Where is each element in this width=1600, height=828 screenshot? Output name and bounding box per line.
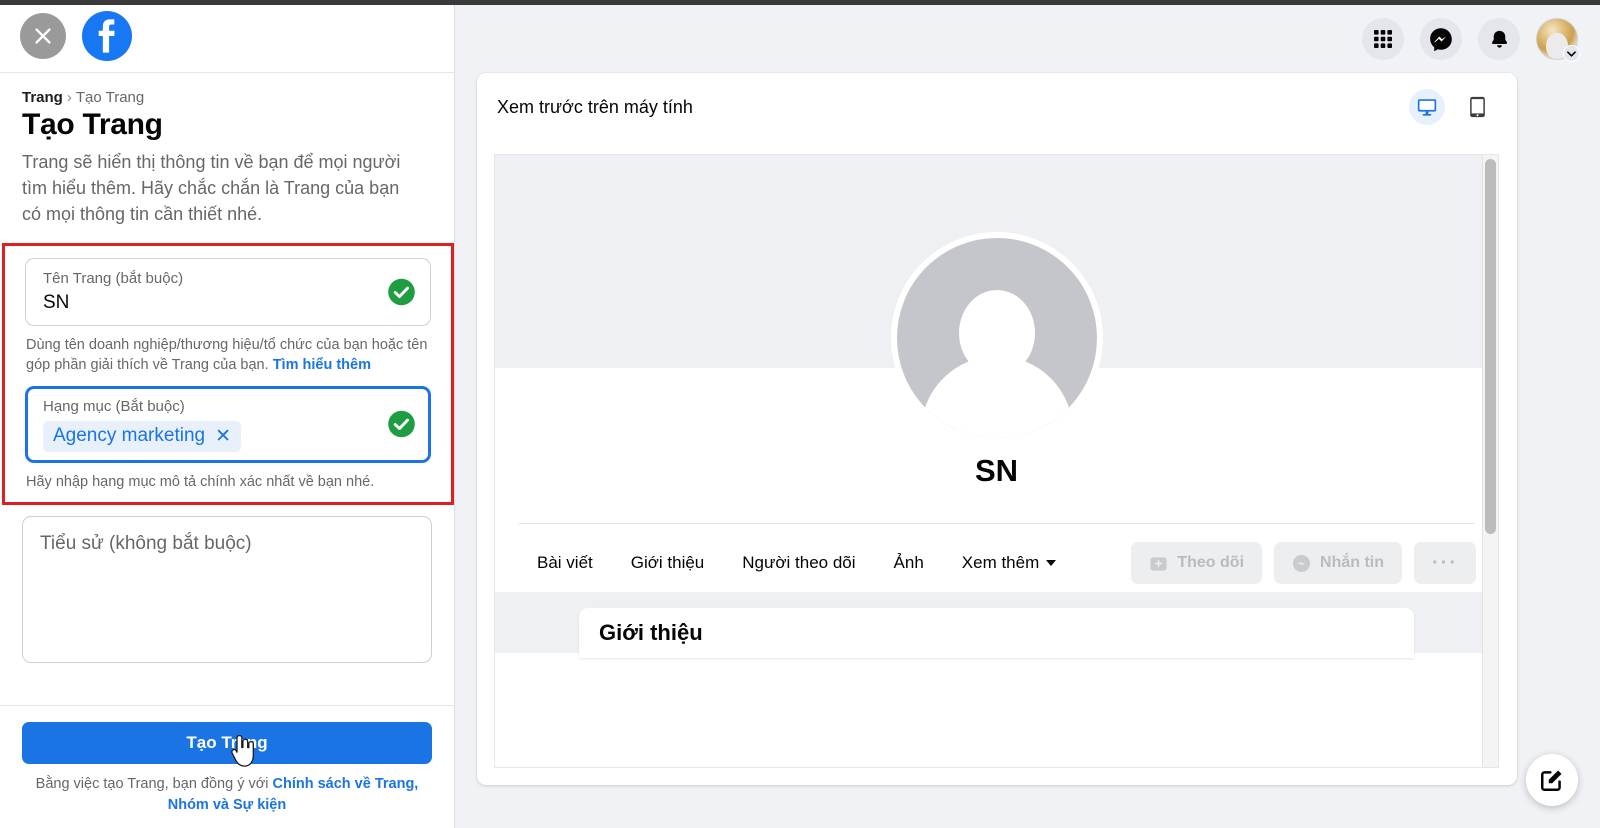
mobile-icon	[1469, 96, 1485, 118]
preview-page-name: SN	[974, 453, 1019, 488]
desktop-icon	[1417, 99, 1437, 116]
category-label: Hạng mục (Bắt buộc)	[43, 397, 185, 415]
page-name-field[interactable]: Tên Trang (bắt buộc) SN	[25, 257, 431, 327]
compose-edit-icon	[1541, 770, 1562, 791]
message-button-label: Nhắn tin	[1320, 554, 1385, 571]
close-icon	[35, 28, 51, 44]
preview-tabs: Bài viết Giới thiệu Người theo dõi Ảnh X	[519, 534, 1476, 592]
page-name-label: Tên Trang (bắt buộc)	[43, 269, 184, 287]
page-title: Tạo Trang	[22, 108, 163, 141]
page-avatar-placeholder	[890, 232, 1103, 444]
compose-button[interactable]	[1526, 754, 1578, 806]
preview-title: Xem trước trên máy tính	[497, 96, 693, 117]
category-chip-remove-icon[interactable]: ✕	[215, 427, 231, 446]
device-toggle-group	[1409, 89, 1495, 125]
tab-followers[interactable]: Người theo dõi	[723, 553, 874, 573]
create-page-form-panel: Trang › Tạo Trang Tạo Trang Trang sẽ hiển …	[0, 0, 455, 828]
page-name-value: SN	[43, 292, 70, 314]
panel-body: Trang › Tạo Trang Tạo Trang Trang sẽ hiển …	[0, 73, 454, 705]
profile-header-area: SN Bài viết Giới thiệu Người theo dõi Ản…	[495, 232, 1498, 658]
follow-button-label: Theo dõi	[1177, 554, 1245, 571]
follow-icon	[1150, 556, 1167, 571]
message-button: Nhắn tin	[1274, 542, 1403, 584]
grid-menu-button[interactable]	[1362, 18, 1404, 60]
tab-posts[interactable]: Bài viết	[519, 553, 612, 573]
tab-more-label: Xem thêm	[961, 553, 1040, 572]
chevron-down-icon	[1046, 560, 1057, 566]
facebook-logo[interactable]	[82, 11, 132, 61]
follow-button: Theo dõi	[1131, 542, 1263, 584]
category-chip-label: Agency marketing	[53, 425, 206, 447]
breadcrumb-separator: ›	[66, 89, 72, 106]
preview-action-buttons: Theo dõi Nhắn tin ···	[1131, 542, 1476, 584]
learn-more-link[interactable]: Tìm hiểu thêm	[273, 357, 371, 373]
category-chip[interactable]: Agency marketing ✕	[43, 421, 241, 453]
panel-header	[0, 0, 454, 73]
more-options-button: ···	[1414, 542, 1476, 584]
chevron-down-icon	[1567, 50, 1576, 57]
breadcrumb: Trang › Tạo Trang	[22, 89, 432, 106]
panel-footer: Tạo Trang Bằng việc tạo Trang, bạn đồng …	[0, 704, 454, 828]
preview-frame: SN Bài viết Giới thiệu Người theo dõi Ản…	[494, 154, 1499, 768]
mobile-preview-button[interactable]	[1459, 89, 1495, 125]
preview-divider	[519, 523, 1474, 524]
breadcrumb-current: Tạo Trang	[75, 89, 145, 106]
tab-posts-label: Bài viết	[537, 553, 593, 572]
tab-more[interactable]: Xem thêm	[943, 553, 1075, 573]
preview-area: Xem trước trên máy tính SN Bài viết Giới…	[455, 0, 1600, 828]
tab-followers-label: Người theo dõi	[742, 553, 856, 572]
about-card-title: Giới thiệu	[599, 620, 703, 645]
tab-about[interactable]: Giới thiệu	[612, 553, 724, 573]
create-page-screen: Trang › Tạo Trang Tạo Trang Trang sẽ hiển …	[0, 0, 1600, 828]
messenger-button[interactable]	[1420, 18, 1462, 60]
page-name-helper: Dùng tên doanh nghiệp/thương hiệu/tổ chứ…	[25, 335, 431, 376]
about-card: Giới thiệu	[579, 608, 1414, 658]
user-avatar-button[interactable]	[1536, 18, 1580, 62]
avatar-body-shape	[920, 356, 1073, 438]
notifications-button[interactable]	[1478, 18, 1520, 60]
messenger-icon	[1292, 554, 1311, 572]
global-topbar	[455, 5, 1600, 73]
preview-header: Xem trước trên máy tính	[477, 73, 1517, 141]
create-page-button[interactable]: Tạo Trang	[22, 721, 432, 764]
tab-photos[interactable]: Ảnh	[875, 553, 943, 573]
breadcrumb-parent[interactable]: Trang	[22, 89, 63, 106]
messenger-icon	[1430, 28, 1452, 51]
tab-about-label: Giới thiệu	[630, 553, 705, 572]
highlight-annotation-box: Tên Trang (bắt buộc) SN Dùng tên doanh n…	[2, 242, 454, 506]
tab-photos-label: Ảnh	[893, 553, 924, 572]
category-helper: Hãy nhập hạng mục mô tả chính xác nhất v…	[26, 474, 375, 491]
terms-text: Bằng việc tạo Trang, bạn đồng ý với Chín…	[22, 774, 432, 816]
terms-prefix: Bằng việc tạo Trang, bạn đồng ý với	[35, 775, 273, 792]
preview-scrollbar[interactable]: ▲	[1482, 155, 1498, 767]
valid-check-icon	[388, 411, 415, 438]
preview-scrollbar-thumb[interactable]	[1485, 159, 1496, 534]
preview-card: Xem trước trên máy tính SN Bài viết Giới…	[477, 73, 1517, 785]
valid-check-icon	[388, 278, 415, 306]
desktop-preview-button[interactable]	[1409, 89, 1445, 125]
bio-field[interactable]: Tiểu sử (không bắt buộc)	[22, 516, 432, 664]
page-description: Trang sẽ hiển thị thông tin về bạn để mọ…	[22, 151, 401, 224]
more-icon: ···	[1432, 551, 1458, 574]
category-field[interactable]: Hạng mục (Bắt buộc) Agency marketing ✕	[25, 385, 431, 464]
grid-menu-icon	[1374, 30, 1392, 48]
avatar-chevron-wrap[interactable]	[1563, 45, 1580, 62]
browser-top-strip	[0, 0, 1600, 5]
preview-content-zone: Giới thiệu	[495, 592, 1498, 658]
close-button[interactable]	[20, 13, 66, 59]
bio-placeholder: Tiểu sử (không bắt buộc)	[40, 533, 252, 555]
bell-icon	[1491, 30, 1507, 48]
